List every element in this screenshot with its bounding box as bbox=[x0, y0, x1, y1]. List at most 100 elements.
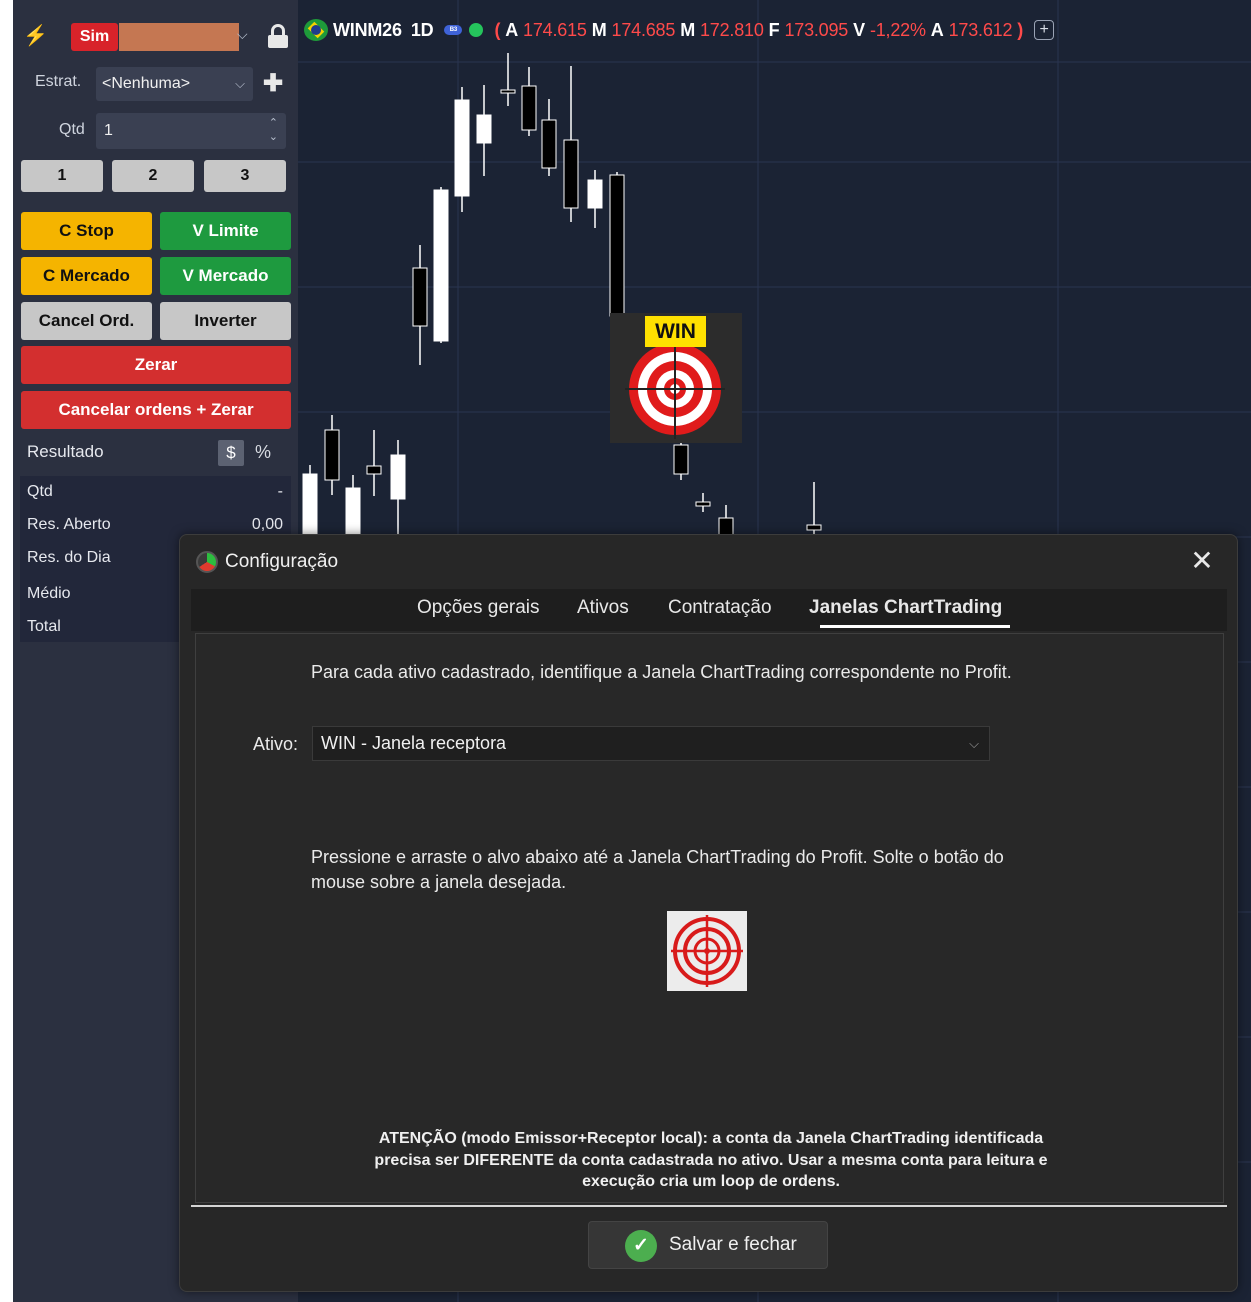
account-row: ⚡ Sim ⌵ bbox=[21, 20, 288, 52]
quote-m2-value: 172.810 bbox=[699, 19, 764, 40]
quote-v-value: -1,22% bbox=[869, 19, 926, 40]
candles bbox=[302, 53, 822, 561]
candle-bull bbox=[345, 487, 361, 541]
invert-position-button[interactable]: Inverter bbox=[160, 302, 291, 340]
tab-bar: Opções gerais Ativos Contratação Janelas… bbox=[191, 589, 1227, 631]
ativo-label: Ativo: bbox=[253, 734, 299, 754]
crosshair-target-icon bbox=[671, 915, 743, 987]
simulator-badge[interactable]: Sim bbox=[71, 23, 118, 51]
target-asset-label: WIN bbox=[645, 316, 706, 347]
currency-toggle[interactable]: $ bbox=[218, 440, 244, 466]
candle-bear bbox=[806, 524, 822, 531]
quote-m1-label: M bbox=[591, 19, 607, 40]
win-target-overlay[interactable]: WIN bbox=[610, 313, 742, 443]
quote-close-paren: ) bbox=[1017, 19, 1024, 40]
draggable-target[interactable] bbox=[667, 911, 747, 991]
exchange-badge-icon: B3 bbox=[444, 25, 463, 35]
timeframe-label[interactable]: 1D bbox=[411, 20, 434, 41]
warning-line2: precisa ser DIFERENTE da conta cadastrad… bbox=[374, 1151, 1048, 1169]
stat-day-result-label: Res. do Dia bbox=[27, 549, 111, 566]
strategy-select[interactable]: <Nenhuma> ⌵ bbox=[96, 67, 253, 101]
add-strategy-icon[interactable]: ✚ bbox=[263, 70, 283, 98]
candle-bear bbox=[324, 429, 340, 481]
account-selector[interactable] bbox=[119, 23, 239, 51]
tab-content: Para cada ativo cadastrado, identifique … bbox=[195, 633, 1224, 1203]
buy-market-button[interactable]: C Mercado bbox=[21, 257, 152, 295]
candle-bull bbox=[476, 114, 492, 144]
result-label: Resultado bbox=[27, 442, 104, 461]
close-icon[interactable]: ✕ bbox=[1187, 546, 1217, 576]
stat-average-label: Médio bbox=[27, 585, 71, 602]
candle-bull bbox=[454, 99, 470, 197]
candle-bear bbox=[366, 465, 382, 475]
strategy-label: Estrat. bbox=[35, 73, 82, 90]
dialog-title: Configuração bbox=[225, 551, 339, 572]
active-tab-indicator bbox=[820, 625, 1010, 628]
chevron-down-icon[interactable]: ⌵ bbox=[237, 26, 248, 43]
candle-bear bbox=[673, 444, 689, 475]
candle-bear bbox=[609, 174, 625, 317]
candle-bear bbox=[521, 85, 537, 131]
candle-bear bbox=[541, 119, 557, 169]
stat-qty-label: Qtd bbox=[27, 483, 53, 500]
tab-assets[interactable]: Ativos bbox=[577, 597, 629, 619]
percent-toggle[interactable]: % bbox=[255, 442, 271, 463]
candle-bull bbox=[433, 189, 449, 342]
chevron-down-icon: ⌵ bbox=[969, 736, 979, 751]
candle-bear bbox=[695, 501, 711, 507]
candle-bull bbox=[302, 473, 318, 541]
quantity-stepper[interactable]: 1 ⌃ ⌄ bbox=[96, 113, 286, 149]
quick-qty-1-button[interactable]: 1 bbox=[21, 160, 103, 192]
strategy-value: <Nenhuma> bbox=[102, 75, 191, 92]
chart-header: WINM26 1D B3 ( A 174.615 M 174.685 M 172… bbox=[304, 17, 1055, 43]
candle-bull bbox=[390, 454, 406, 500]
quote-open-paren: ( bbox=[494, 19, 501, 40]
quote-f-value: 173.095 bbox=[784, 19, 849, 40]
intro-text: Para cada ativo cadastrado, identifique … bbox=[311, 662, 1012, 682]
spinner-arrows-icon[interactable]: ⌃ ⌄ bbox=[269, 116, 278, 144]
cancel-orders-button[interactable]: Cancel Ord. bbox=[21, 302, 152, 340]
lock-icon[interactable] bbox=[268, 24, 288, 48]
tab-chart-trading-windows[interactable]: Janelas ChartTrading bbox=[809, 597, 1002, 619]
configuration-dialog: Configuração ✕ Opções gerais Ativos Cont… bbox=[179, 534, 1238, 1292]
quote-a2-value: 173.612 bbox=[948, 19, 1013, 40]
quote-v-label: V bbox=[853, 19, 865, 40]
stat-qty-value: - bbox=[277, 483, 283, 500]
lightning-icon[interactable]: ⚡ bbox=[23, 24, 48, 48]
quote-a-label: A bbox=[505, 19, 519, 40]
brazil-flag-icon bbox=[304, 19, 328, 41]
candle-bear bbox=[412, 267, 428, 327]
zero-position-button[interactable]: Zerar bbox=[21, 346, 291, 384]
tab-general-options[interactable]: Opções gerais bbox=[417, 597, 540, 619]
footer-divider bbox=[191, 1205, 1227, 1207]
sell-limit-button[interactable]: V Limite bbox=[160, 212, 291, 250]
ticker-symbol[interactable]: WINM26 bbox=[333, 20, 402, 41]
warning-message: ATENÇÃO (modo Emissor+Receptor local): a… bbox=[296, 1128, 1126, 1193]
candle-bear bbox=[563, 139, 579, 209]
stat-open-result-value: 0,00 bbox=[251, 516, 283, 533]
quote-f-label: F bbox=[768, 19, 780, 40]
qty-value: 1 bbox=[104, 122, 113, 139]
cancel-and-zero-button[interactable]: Cancelar ordens + Zerar bbox=[21, 391, 291, 429]
sell-market-button[interactable]: V Mercado bbox=[160, 257, 291, 295]
qty-label: Qtd bbox=[59, 121, 85, 138]
save-and-close-button[interactable]: ✓ Salvar e fechar bbox=[588, 1221, 828, 1269]
stat-open-result-label: Res. Aberto bbox=[27, 516, 111, 533]
stat-total-label: Total bbox=[27, 618, 61, 635]
check-icon: ✓ bbox=[625, 1230, 657, 1262]
ativo-value: WIN - Janela receptora bbox=[321, 733, 507, 753]
quick-qty-3-button[interactable]: 3 bbox=[204, 160, 286, 192]
buy-stop-button[interactable]: C Stop bbox=[21, 212, 152, 250]
warning-line3: execução cria um loop de ordens. bbox=[582, 1173, 840, 1190]
drag-instructions-line2: mouse sobre a janela desejada. bbox=[311, 872, 567, 892]
chevron-down-icon: ⌵ bbox=[235, 76, 245, 91]
quote-m2-label: M bbox=[680, 19, 695, 40]
quote-a2-label: A bbox=[930, 19, 944, 40]
quote-m1-value: 174.685 bbox=[611, 19, 676, 40]
ativo-select[interactable]: WIN - Janela receptora ⌵ bbox=[312, 726, 990, 761]
warning-line1: ATENÇÃO (modo Emissor+Receptor local): a… bbox=[378, 1130, 1044, 1147]
app-logo-icon bbox=[196, 551, 218, 573]
add-symbol-button[interactable]: + bbox=[1034, 20, 1055, 40]
quick-qty-2-button[interactable]: 2 bbox=[112, 160, 194, 192]
tab-contracting[interactable]: Contratação bbox=[668, 597, 772, 619]
